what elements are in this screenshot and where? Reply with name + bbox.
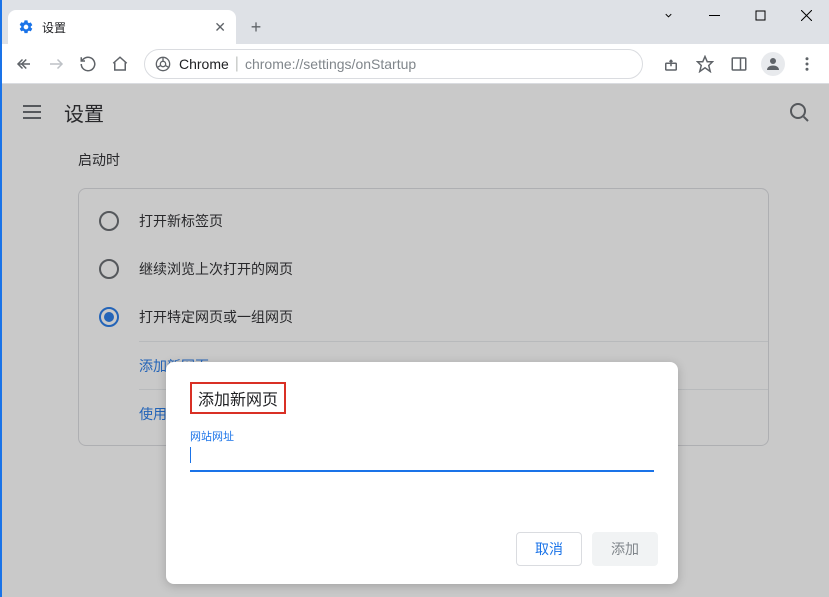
window-close-button[interactable]: [783, 0, 829, 30]
omnibox-separator: |: [235, 55, 239, 73]
cancel-button[interactable]: 取消: [516, 532, 582, 566]
chrome-product-icon: [155, 56, 171, 72]
dialog-title: 添加新网页: [198, 392, 278, 409]
tab-close-icon[interactable]: ✕: [214, 19, 226, 36]
omnibox-path: chrome://settings/onStartup: [245, 56, 416, 72]
side-panel-button[interactable]: [723, 48, 755, 80]
window-controls: [645, 0, 829, 44]
omnibox-origin: Chrome: [179, 56, 229, 72]
tab-search-button[interactable]: [645, 0, 691, 30]
titlebar: 设置 ✕ +: [2, 0, 829, 44]
bookmark-button[interactable]: [689, 48, 721, 80]
chrome-menu-button[interactable]: [791, 48, 823, 80]
url-input[interactable]: [190, 444, 654, 472]
nav-back-button[interactable]: [8, 48, 40, 80]
browser-toolbar: Chrome | chrome://settings/onStartup: [2, 44, 829, 84]
nav-forward-button[interactable]: [40, 48, 72, 80]
new-tab-button[interactable]: +: [242, 13, 270, 41]
tab-title: 设置: [42, 19, 214, 36]
nav-reload-button[interactable]: [72, 48, 104, 80]
share-button[interactable]: [655, 48, 687, 80]
dialog-title-highlight: 添加新网页: [190, 382, 286, 414]
url-field-label: 网站网址: [190, 428, 654, 444]
add-page-dialog: 添加新网页 网站网址 取消 添加: [166, 362, 678, 584]
add-button[interactable]: 添加: [592, 532, 658, 566]
window-maximize-button[interactable]: [737, 0, 783, 30]
settings-page: 设置 启动时 打开新标签页 继续浏览上次打开的网页 打开特定网页或一组网页 添加…: [2, 84, 829, 597]
avatar-icon: [761, 52, 785, 76]
gear-icon: [18, 19, 34, 35]
nav-home-button[interactable]: [104, 48, 136, 80]
address-bar[interactable]: Chrome | chrome://settings/onStartup: [144, 49, 643, 79]
window-minimize-button[interactable]: [691, 0, 737, 30]
browser-tab[interactable]: 设置 ✕: [8, 10, 236, 44]
profile-button[interactable]: [757, 48, 789, 80]
